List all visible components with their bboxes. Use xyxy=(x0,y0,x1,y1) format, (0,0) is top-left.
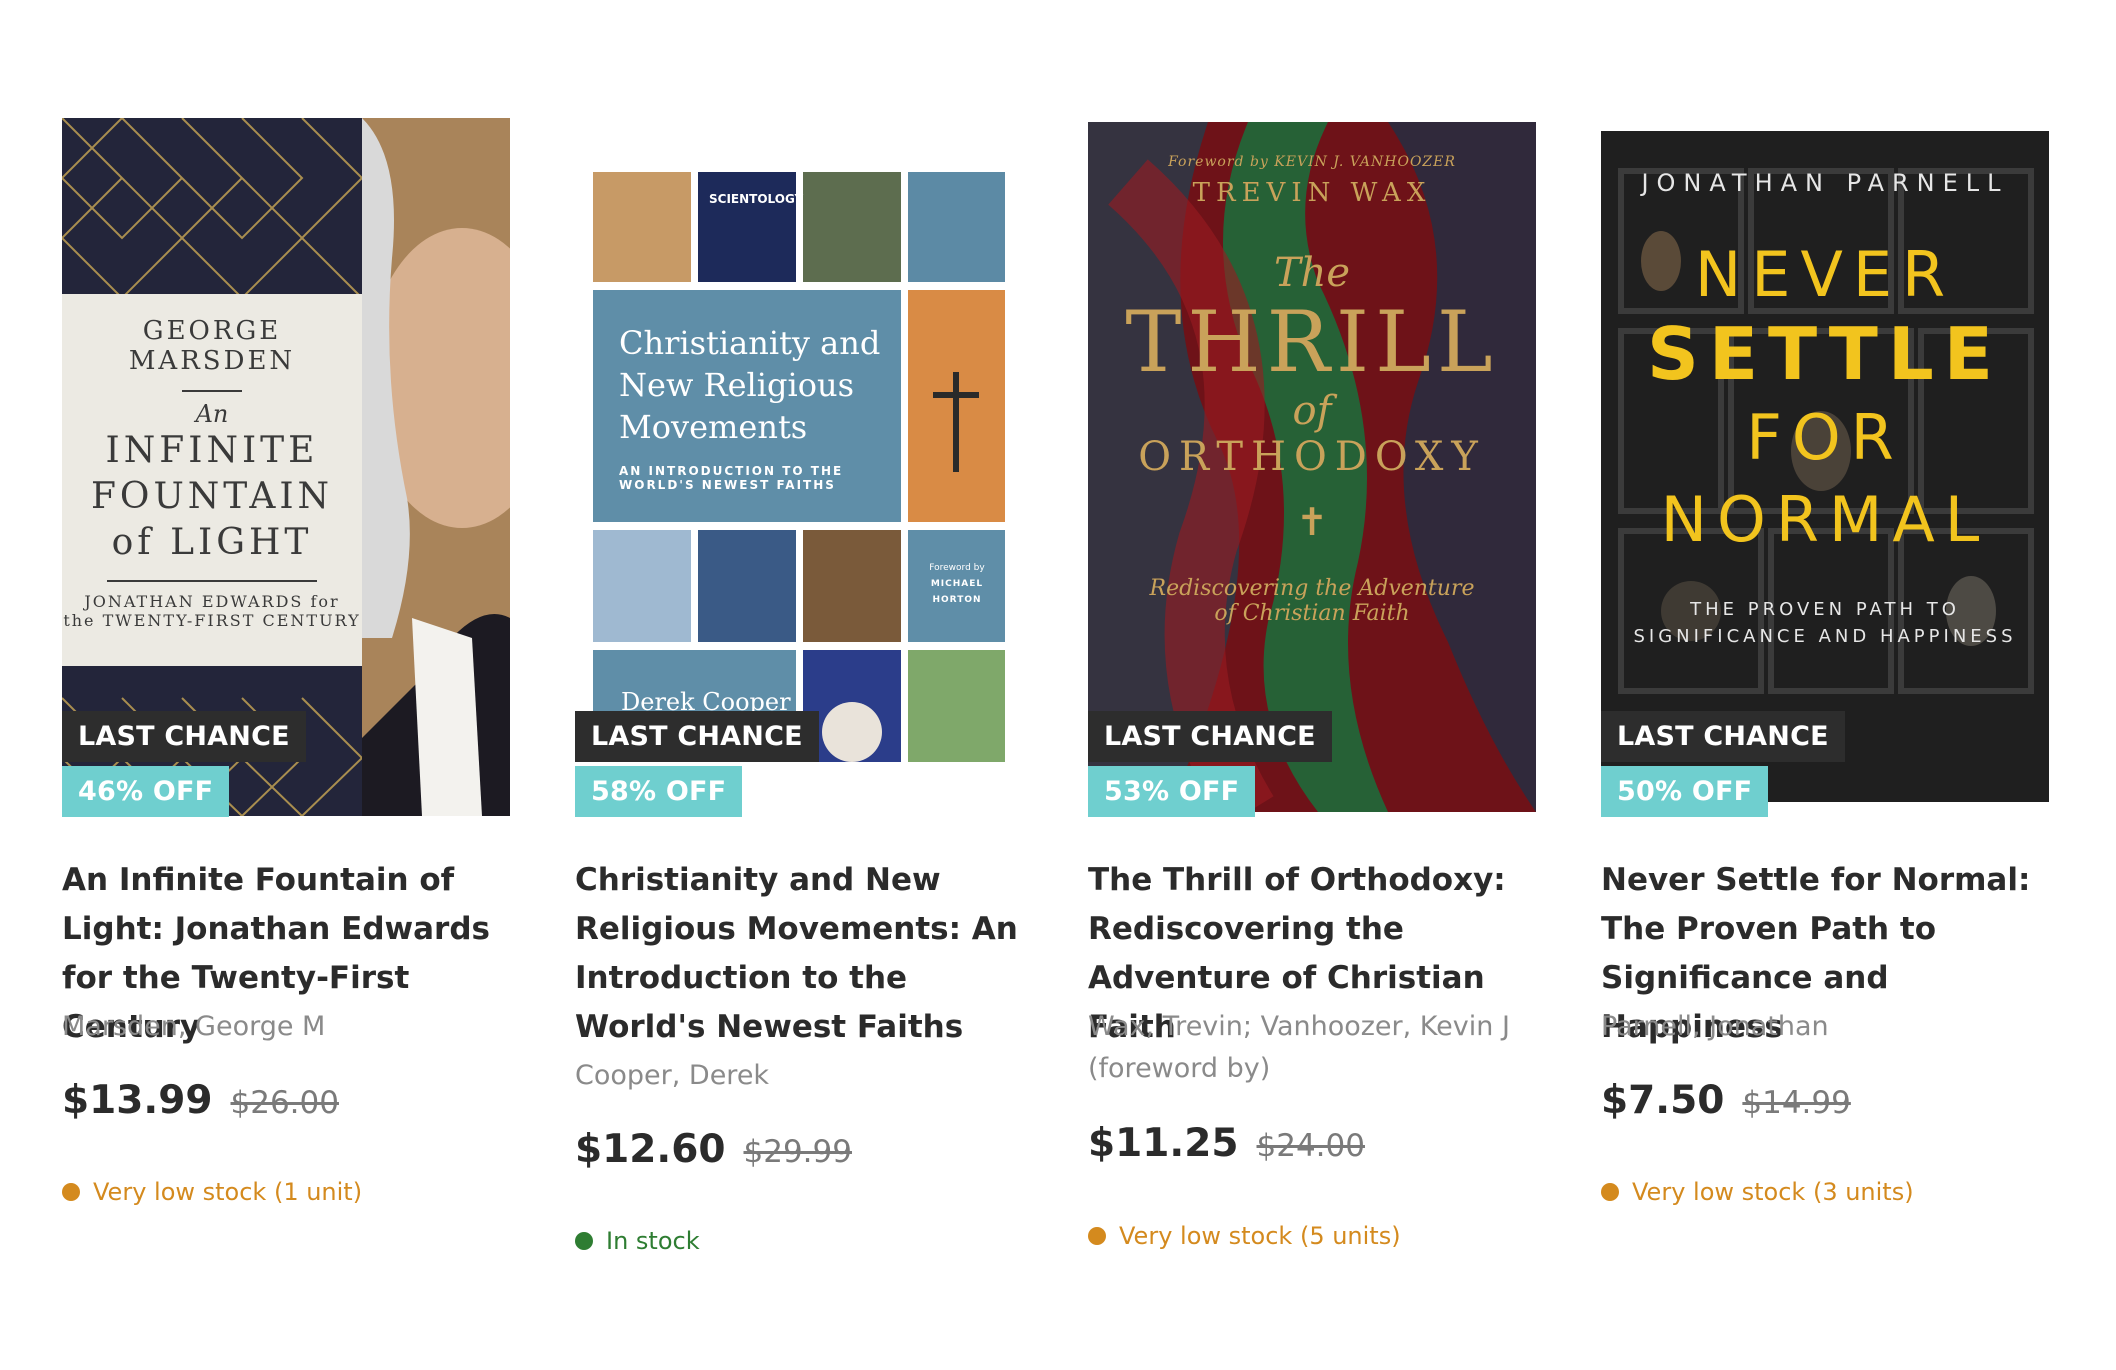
cover-title-2: New Religious xyxy=(619,366,855,404)
last-chance-badge: LAST CHANCE xyxy=(62,711,306,762)
cover-author: TREVIN WAX xyxy=(1192,178,1432,208)
cover-subtitle-2: the TWENTY-FIRST CENTURY xyxy=(63,611,361,630)
product-grid: GEORGE MARSDEN An INFINITE FOUNTAIN of L… xyxy=(0,0,2116,1370)
cover-title-for: FOR xyxy=(1746,401,1904,474)
sale-price: $13.99 xyxy=(62,1078,213,1123)
cover-title-an: An xyxy=(195,400,229,428)
cover-title-the: The xyxy=(1273,250,1351,296)
cover-title-orthodoxy: ORTHODOXY xyxy=(1138,434,1486,480)
product-title[interactable]: Christianity and New Religious Movements… xyxy=(575,856,1035,1052)
product-author: Cooper, Derek xyxy=(575,1060,770,1091)
original-price: $29.99 xyxy=(743,1134,852,1170)
cover-author: GEORGE MARSDEN xyxy=(128,316,296,376)
product-author: Wax, Trevin; Vanhoozer, Kevin J (forewor… xyxy=(1088,1011,1510,1084)
cover-author: JONATHAN PARNELL xyxy=(1641,169,2009,197)
cover-title-never: NEVER xyxy=(1694,238,1956,311)
book-cover-image[interactable]: Foreword by KEVIN J. VANHOOZER TREVIN WA… xyxy=(1088,122,1536,812)
stock-dot-icon xyxy=(62,1183,80,1201)
discount-badge: 46% OFF xyxy=(62,766,230,817)
discount-badge: 53% OFF xyxy=(1088,766,1256,817)
cover-title-light: of LIGHT xyxy=(111,522,313,563)
last-chance-badge: LAST CHANCE xyxy=(1088,711,1332,762)
stock-dot-icon xyxy=(1601,1183,1619,1201)
stock-dot-icon xyxy=(1088,1227,1106,1245)
cover-foreword-1: Foreword by xyxy=(929,563,985,573)
stock-text: Very low stock (3 units) xyxy=(1632,1178,1914,1206)
cover-foreword-3: HORTON xyxy=(932,595,982,605)
cover-title-3: Movements xyxy=(619,408,808,446)
price-row: $7.50 $14.99 xyxy=(1601,1078,1851,1123)
cover-subtitle-2: SIGNIFICANCE AND HAPPINESS xyxy=(1633,626,2017,647)
discount-badge: 58% OFF xyxy=(575,766,743,817)
stock-status: In stock xyxy=(575,1227,700,1255)
original-price: $24.00 xyxy=(1256,1128,1365,1164)
cover-sign-text: SCIENTOLOGY xyxy=(709,192,804,206)
price-row: $11.25 $24.00 xyxy=(1088,1121,1365,1166)
cover-subtitle-1: Rediscovering the Adventure xyxy=(1149,576,1475,601)
stock-status: Very low stock (1 unit) xyxy=(62,1178,362,1206)
stock-text: Very low stock (5 units) xyxy=(1119,1222,1401,1250)
stock-text: Very low stock (1 unit) xyxy=(93,1178,363,1206)
stock-dot-icon xyxy=(575,1232,593,1250)
product-author: Parnell, Jonathan xyxy=(1601,1011,1829,1042)
cover-title-settle: SETTLE xyxy=(1647,312,2003,396)
cover-foreword: Foreword by KEVIN J. VANHOOZER xyxy=(1168,154,1456,170)
stock-status: Very low stock (5 units) xyxy=(1088,1222,1401,1250)
price-row: $13.99 $26.00 xyxy=(62,1078,339,1123)
last-chance-badge: LAST CHANCE xyxy=(575,711,819,762)
cover-subtitle-1: JONATHAN EDWARDS for xyxy=(84,592,340,611)
discount-badge: 50% OFF xyxy=(1601,766,1769,817)
price-row: $12.60 $29.99 xyxy=(575,1127,852,1172)
original-price: $26.00 xyxy=(230,1085,339,1121)
book-cover-image[interactable]: JONATHAN PARNELL NEVER SETTLE FOR NORMAL… xyxy=(1601,131,2049,802)
stock-text: In stock xyxy=(606,1227,700,1255)
cross-icon: ✝ xyxy=(1296,500,1328,544)
original-price: $14.99 xyxy=(1742,1085,1851,1121)
sale-price: $11.25 xyxy=(1088,1121,1239,1166)
cover-subtitle-1: THE PROVEN PATH TO xyxy=(1690,599,1960,620)
cover-subtitle-2: of Christian Faith xyxy=(1214,601,1410,626)
sale-price: $7.50 xyxy=(1601,1078,1725,1123)
cover-subtitle-2: WORLD'S NEWEST FAITHS xyxy=(619,478,836,492)
cover-title-1: Christianity and xyxy=(619,324,881,362)
sale-price: $12.60 xyxy=(575,1127,726,1172)
book-cover-image[interactable]: SCIENTOLOGY Christianity and New Religio… xyxy=(593,172,1005,762)
cover-title-normal: NORMAL xyxy=(1660,483,1990,556)
cover-title-of: of xyxy=(1292,388,1332,434)
stock-status: Very low stock (3 units) xyxy=(1601,1178,1914,1206)
cover-foreword-2: MICHAEL xyxy=(930,579,984,589)
last-chance-badge: LAST CHANCE xyxy=(1601,711,1845,762)
cover-title-thrill: THRILL xyxy=(1125,293,1499,391)
product-author: Marsden, George M xyxy=(62,1011,326,1042)
cover-subtitle-1: AN INTRODUCTION TO THE xyxy=(619,464,844,478)
cover-title-infinite: INFINITE xyxy=(105,430,319,471)
cover-title-fountain: FOUNTAIN xyxy=(90,476,334,517)
